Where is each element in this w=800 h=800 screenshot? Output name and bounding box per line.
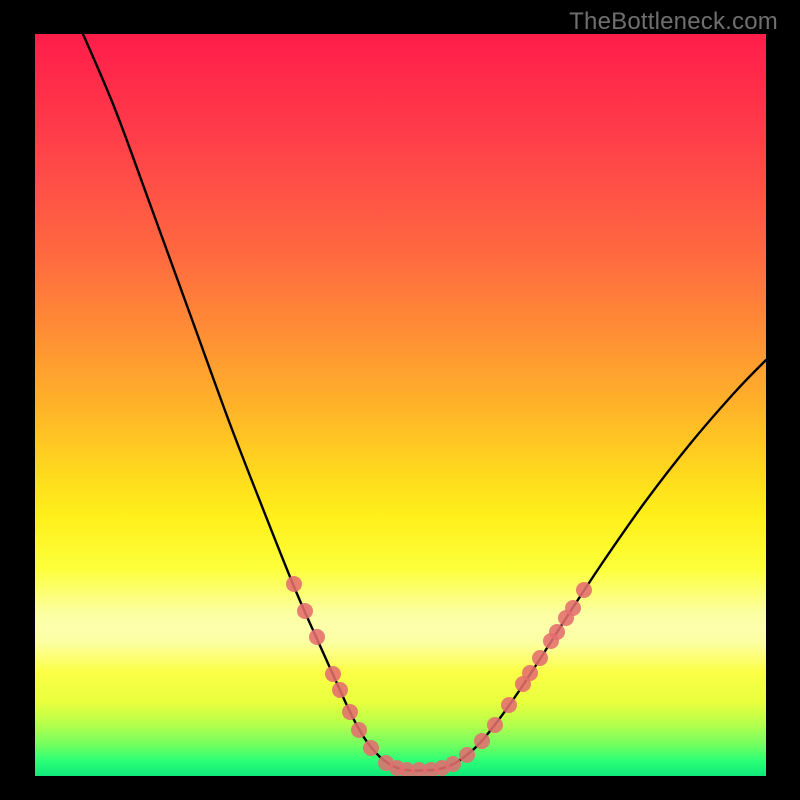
curve-marker xyxy=(576,582,592,598)
curve-marker xyxy=(487,717,503,733)
curve-marker xyxy=(342,704,358,720)
curve-marker xyxy=(501,697,517,713)
curve-marker xyxy=(522,665,538,681)
curve-marker xyxy=(332,682,348,698)
watermark-text: TheBottleneck.com xyxy=(569,8,778,36)
curve-marker xyxy=(474,733,490,749)
curve-marker xyxy=(363,740,379,756)
curve-marker xyxy=(459,747,475,763)
bottleneck-markers xyxy=(286,576,592,776)
curve-marker xyxy=(532,650,548,666)
plot-area xyxy=(35,34,766,776)
curve-marker xyxy=(286,576,302,592)
curve-marker xyxy=(297,603,313,619)
chart-frame: TheBottleneck.com xyxy=(0,0,800,800)
curve-marker xyxy=(549,624,565,640)
curve-marker xyxy=(445,756,461,772)
curve-marker xyxy=(325,666,341,682)
curve-marker xyxy=(309,629,325,645)
bottleneck-curve-path xyxy=(83,34,766,771)
bottleneck-curve-svg xyxy=(35,34,766,776)
curve-marker xyxy=(565,600,581,616)
curve-marker xyxy=(351,722,367,738)
